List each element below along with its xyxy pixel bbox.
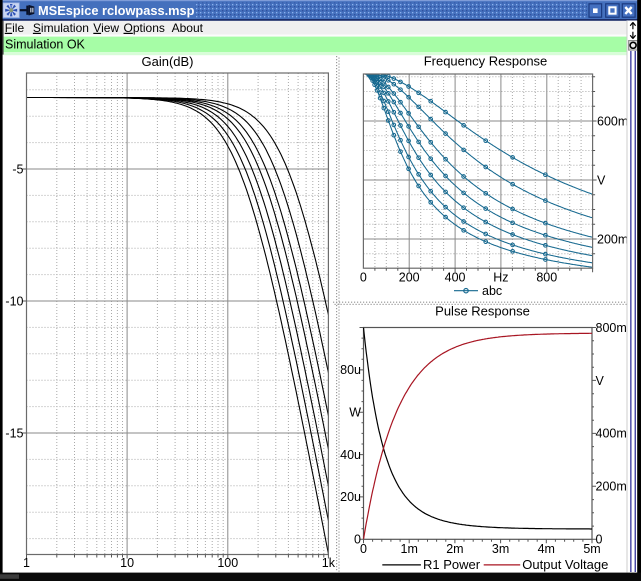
svg-text:400: 400: [445, 271, 466, 285]
svg-text:Simulation: Simulation: [33, 21, 89, 35]
svg-text:100: 100: [217, 556, 238, 570]
svg-text:Pulse Response: Pulse Response: [435, 304, 530, 319]
svg-text:Output Voltage: Output Voltage: [522, 557, 608, 572]
svg-text:Hz: Hz: [493, 271, 508, 285]
svg-text:5m: 5m: [583, 542, 600, 556]
svg-text:600m: 600m: [597, 114, 628, 128]
svg-text:abc: abc: [482, 284, 502, 298]
svg-text:MSEspice rclowpass.msp: MSEspice rclowpass.msp: [38, 3, 195, 18]
svg-text:Gain(dB): Gain(dB): [141, 54, 193, 69]
svg-text:0: 0: [360, 542, 367, 556]
svg-text:800: 800: [536, 271, 557, 285]
svg-text:W: W: [349, 406, 361, 420]
svg-text:3m: 3m: [492, 542, 509, 556]
svg-text:1: 1: [23, 556, 30, 570]
svg-text:About: About: [172, 21, 204, 35]
svg-text:80u: 80u: [340, 363, 361, 377]
svg-text:V: V: [597, 173, 606, 187]
svg-text:Simulation OK: Simulation OK: [5, 38, 86, 52]
svg-text:-10: -10: [5, 294, 23, 308]
svg-text:0: 0: [360, 271, 367, 285]
svg-text:200m: 200m: [596, 480, 627, 494]
svg-text:1m: 1m: [401, 542, 418, 556]
svg-text:Frequency Response: Frequency Response: [424, 54, 548, 69]
svg-text:4m: 4m: [538, 542, 555, 556]
svg-text:400m: 400m: [596, 427, 627, 441]
svg-text:2m: 2m: [446, 542, 463, 556]
svg-text:200m: 200m: [597, 232, 628, 246]
svg-text:-15: -15: [5, 426, 23, 440]
svg-text:20u: 20u: [340, 490, 361, 504]
svg-text:R1 Power: R1 Power: [423, 557, 481, 572]
svg-text:40u: 40u: [340, 448, 361, 462]
svg-text:View: View: [93, 21, 119, 35]
svg-text:10: 10: [120, 556, 134, 570]
svg-text:200: 200: [399, 271, 420, 285]
svg-text:-5: -5: [12, 162, 23, 176]
svg-text:Options: Options: [124, 21, 165, 35]
svg-text:800m: 800m: [596, 321, 627, 335]
svg-text:1k: 1k: [322, 556, 336, 570]
svg-text:File: File: [5, 21, 25, 35]
svg-text:V: V: [596, 374, 605, 388]
